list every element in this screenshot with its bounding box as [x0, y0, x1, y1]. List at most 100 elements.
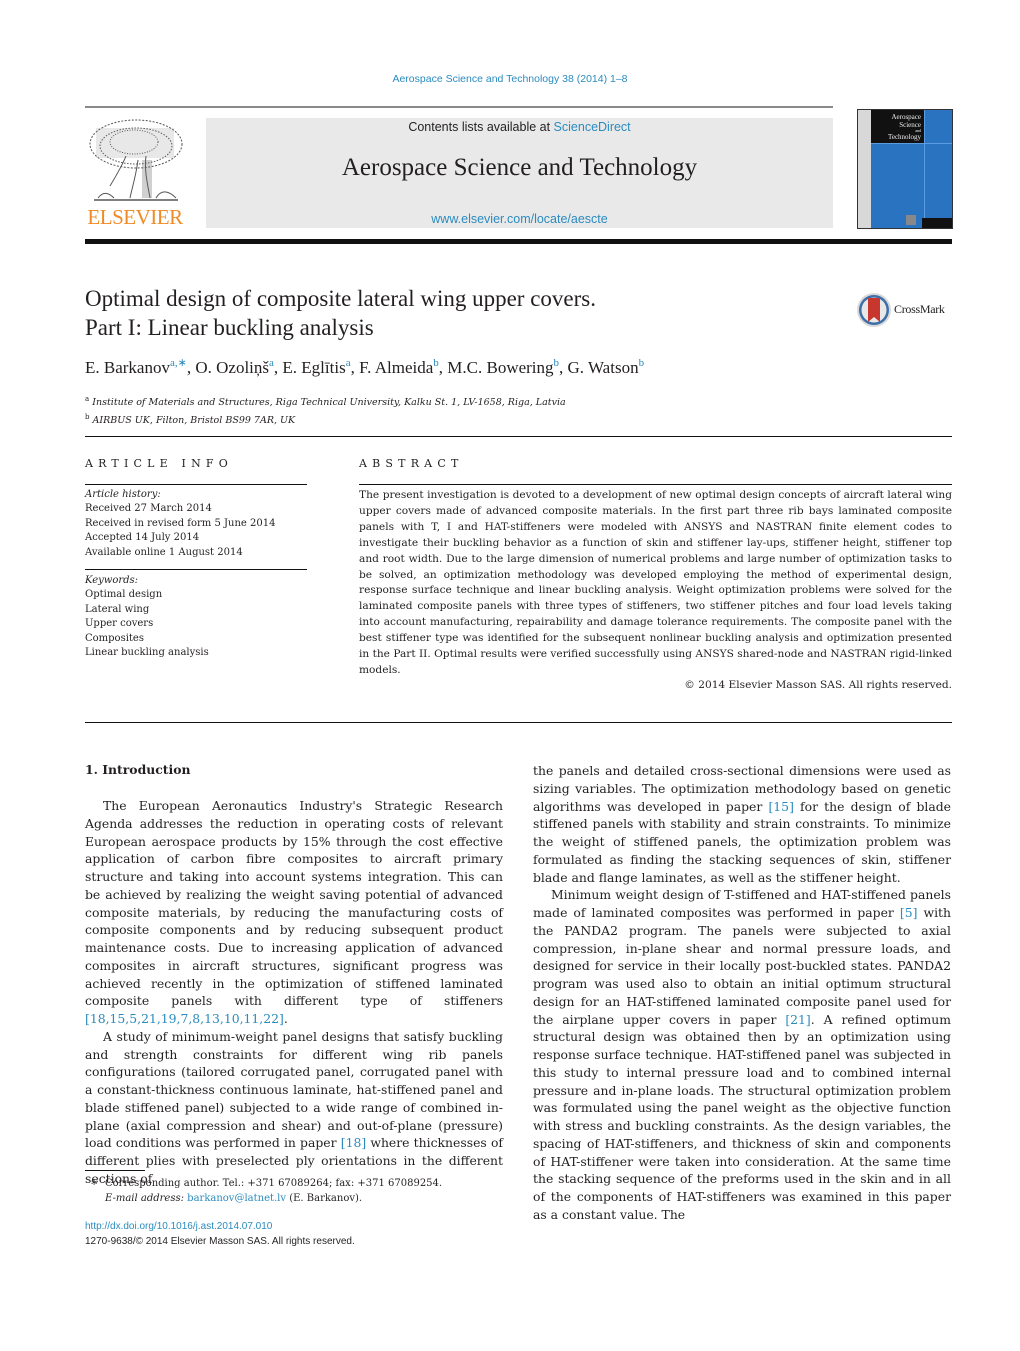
affiliation: a Institute of Materials and Structures,…: [85, 392, 566, 410]
left-column: The European Aeronautics Industry's Stra…: [85, 797, 503, 1188]
affiliation-label: b: [85, 413, 90, 422]
paragraph: A study of minimum-weight panel designs …: [85, 1028, 503, 1188]
cover-publisher-icon: [906, 215, 916, 225]
paragraph-text: with the PANDA2 program. The panels were…: [533, 905, 951, 1027]
author-affiliation-marker[interactable]: a,∗: [170, 357, 187, 369]
author[interactable]: E. Barkanova,∗: [85, 357, 187, 377]
affiliations: a Institute of Materials and Structures,…: [85, 392, 566, 428]
keyword: Upper covers: [85, 618, 154, 630]
journal-url-text[interactable]: www.elsevier.com/locate/aescte: [431, 212, 607, 226]
author[interactable]: F. Almeidab: [359, 357, 439, 377]
keyword: Lateral wing: [85, 603, 150, 615]
section-heading: 1. Introduction: [85, 762, 191, 777]
divider: [85, 569, 307, 570]
journal-cover-thumbnail[interactable]: Aerospace Science and Technology: [857, 109, 953, 229]
citation-link[interactable]: [18]: [341, 1135, 366, 1150]
elsevier-logo[interactable]: ELSEVIER: [84, 116, 186, 230]
abstract-copyright: © 2014 Elsevier Masson SAS. All rights r…: [684, 679, 952, 691]
email-suffix: (E. Barkanov).: [286, 1193, 363, 1204]
affiliation: b AIRBUS UK, Filton, Bristol BS99 7AR, U…: [85, 410, 566, 428]
author-affiliation-marker[interactable]: b: [639, 357, 645, 369]
sciencedirect-link[interactable]: ScienceDirect: [554, 120, 631, 134]
divider: [85, 484, 307, 485]
doi-link[interactable]: http://dx.doi.org/10.1016/j.ast.2014.07.…: [85, 1221, 272, 1232]
right-column: the panels and detailed cross-sectional …: [533, 762, 951, 1224]
author[interactable]: M.C. Boweringb: [447, 357, 560, 377]
journal-title: Aerospace Science and Technology: [341, 154, 698, 181]
affiliation-label: a: [85, 395, 90, 403]
cover-title-line: Science: [899, 121, 921, 129]
crossmark-icon: [857, 293, 891, 327]
paragraph-text: .: [283, 1011, 288, 1026]
cover-spine: [858, 110, 871, 228]
journal-url-link[interactable]: www.elsevier.com/locate/aescte: [206, 212, 833, 226]
author-affiliation-marker[interactable]: a: [346, 357, 351, 369]
cover-rule: [871, 143, 952, 144]
author[interactable]: G. Watsonb: [568, 357, 645, 377]
article-history: Article history: Received 27 March 2014 …: [85, 488, 275, 560]
citation-link[interactable]: [15]: [768, 799, 793, 814]
header-thick-divider: [85, 239, 952, 244]
author-name[interactable]: O. Ozoliņš: [195, 358, 269, 377]
cover-rule: [924, 110, 925, 228]
paragraph-text: The European Aeronautics Industry's Stra…: [85, 798, 503, 1009]
author-affiliation-marker[interactable]: b: [433, 357, 439, 369]
article-title: Optimal design of composite lateral wing…: [85, 284, 785, 342]
footnote-contact: Corresponding author. Tel.: +371 6708926…: [105, 1178, 443, 1189]
email-label: E-mail address:: [105, 1193, 188, 1204]
cover-footer-block: [922, 218, 952, 228]
author-list: E. Barkanova,∗, O. Ozoliņša, E. Eglītisa…: [85, 357, 645, 377]
paragraph-text: . A refined optimum structural design wa…: [533, 1011, 952, 1222]
email-link[interactable]: barkanov@latnet.lv: [187, 1193, 286, 1204]
crossmark-button[interactable]: CrossMark: [856, 292, 956, 328]
crossmark-label: CrossMark: [894, 302, 945, 316]
keyword: Composites: [85, 632, 144, 644]
history-item: Accepted 14 July 2014: [85, 532, 200, 544]
history-item: Received 27 March 2014: [85, 503, 212, 515]
author-name[interactable]: F. Almeida: [359, 358, 433, 377]
author-affiliation-marker[interactable]: b: [554, 357, 560, 369]
footnote-symbol: ∗: [90, 1175, 99, 1189]
paragraph-text: A study of minimum-weight panel designs …: [85, 1028, 503, 1151]
abstract-heading: ABSTRACT: [359, 457, 464, 470]
keywords: Keywords: Optimal design Lateral wing Up…: [85, 574, 209, 660]
paragraph: the panels and detailed cross-sectional …: [533, 762, 951, 886]
journal-reference-link[interactable]: Aerospace Science and Technology 38 (201…: [0, 73, 1020, 85]
author-name[interactable]: E. Eglītis: [282, 358, 345, 377]
author-name[interactable]: G. Watson: [568, 358, 639, 377]
divider: [85, 722, 952, 723]
footnote-divider: [85, 1170, 145, 1171]
author[interactable]: E. Eglītisa: [282, 357, 351, 377]
journal-banner: Contents lists available at ScienceDirec…: [206, 118, 833, 228]
divider: [85, 436, 952, 437]
keyword: Linear buckling analysis: [85, 647, 209, 659]
article-info-heading: ARTICLE INFO: [85, 457, 233, 470]
history-label: Article history:: [85, 489, 161, 500]
paragraph-text: Minimum weight design of T-stiffened and…: [533, 887, 951, 920]
author-affiliation-marker[interactable]: a: [269, 357, 274, 369]
keyword: Optimal design: [85, 589, 163, 601]
cover-title-line: Aerospace: [891, 113, 921, 121]
affiliation-text: Institute of Materials and Structures, R…: [92, 397, 566, 409]
issn-copyright: 1270-9638/© 2014 Elsevier Masson SAS. Al…: [85, 1236, 355, 1247]
citation-link[interactable]: [21]: [785, 1012, 810, 1027]
affiliation-text: AIRBUS UK, Filton, Bristol BS99 7AR, UK: [92, 415, 296, 427]
history-item: Received in revised form 5 June 2014: [85, 517, 276, 529]
top-divider: [85, 106, 833, 108]
contents-line: Contents lists available at ScienceDirec…: [206, 120, 833, 134]
contents-prefix: Contents lists available at: [408, 120, 554, 134]
citation-link[interactable]: [18,15,5,21,19,7,8,13,10,11,22]: [85, 1011, 284, 1026]
cover-title-block: Aerospace Science and Technology: [871, 110, 924, 143]
author-name[interactable]: M.C. Bowering: [447, 358, 553, 377]
author-name[interactable]: E. Barkanov: [85, 358, 170, 377]
article-title-line: Part I: Linear buckling analysis: [85, 315, 374, 340]
author[interactable]: O. Ozoliņša: [195, 357, 274, 377]
history-item: Available online 1 August 2014: [85, 546, 243, 558]
cover-title-line: Technology: [888, 133, 921, 141]
citation-link[interactable]: [5]: [900, 905, 918, 920]
elsevier-tree-icon: [89, 119, 183, 201]
divider: [359, 484, 952, 485]
elsevier-wordmark: ELSEVIER: [87, 205, 183, 229]
paragraph: Minimum weight design of T-stiffened and…: [533, 886, 951, 1223]
paragraph: The European Aeronautics Industry's Stra…: [85, 797, 503, 1028]
